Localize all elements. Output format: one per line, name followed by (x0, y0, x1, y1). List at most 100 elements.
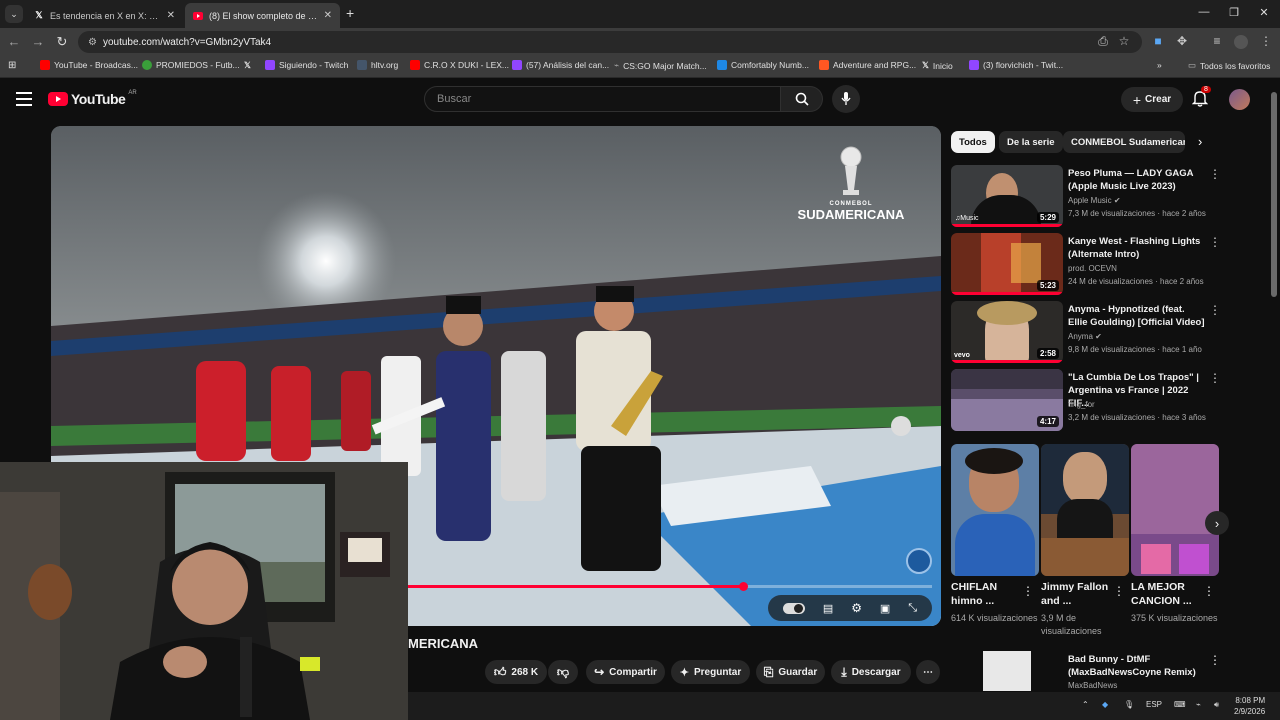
video-thumbnail[interactable]: ♫Music 5:29 (951, 165, 1063, 227)
subtitles-icon[interactable]: ▤ (823, 602, 833, 615)
bookmark-item[interactable]: PROMIEDOS - Futb... (142, 60, 240, 70)
more-options-icon[interactable]: ⋮ (1203, 584, 1215, 598)
forward-icon[interactable]: → (30, 34, 46, 49)
back-icon[interactable]: ← (6, 34, 22, 49)
bookmark-item[interactable]: (3) florvichich - Twit... (969, 60, 1063, 70)
account-avatar[interactable] (1229, 89, 1250, 110)
chip-conmebol[interactable]: CONMEBOL Sudamericana (1063, 131, 1185, 153)
extension-icon[interactable]: ■ (1150, 34, 1166, 48)
channel-name[interactable]: MaxBadNews (1068, 681, 1117, 690)
create-button[interactable]: + Crear (1121, 87, 1183, 112)
progress-scrubber[interactable] (739, 582, 748, 591)
miniplayer-icon[interactable]: ▣ (880, 602, 890, 615)
media-control-icon[interactable]: ≡ (1209, 34, 1225, 48)
youtube-logo[interactable]: YouTube AR (48, 90, 137, 107)
language-indicator[interactable]: ESP (1146, 700, 1162, 709)
bookmark-item[interactable]: ⌁ CS:GO Major Match... (614, 60, 707, 71)
search-button[interactable] (781, 86, 823, 112)
more-options-icon[interactable]: ⋮ (1209, 653, 1221, 667)
more-options-icon[interactable]: ⋮ (1209, 167, 1221, 181)
recommendation-item[interactable]: 4:17 "La Cumbia De Los Trapos" | Argenti… (951, 369, 1221, 431)
video-title[interactable]: Peso Pluma — LADY GAGA (Apple Music Live… (1068, 167, 1206, 193)
more-options-icon[interactable]: ⋮ (1209, 303, 1221, 317)
bookmark-item[interactable]: YouTube - Broadcas... (40, 60, 138, 70)
tray-app-icon[interactable]: ◆ (1102, 700, 1108, 709)
network-icon[interactable]: ⌨ (1174, 700, 1186, 709)
video-thumbnail[interactable]: 5:23 (951, 233, 1063, 295)
save-button[interactable]: ⎘ Guardar (756, 660, 825, 684)
chips-next-icon[interactable]: › (1198, 134, 1202, 149)
microphone-icon[interactable]: 🎙︎ (1124, 700, 1134, 709)
short-title[interactable]: Jimmy Fallon and ... (1041, 580, 1121, 608)
download-button[interactable]: ⤓ Descargar (831, 660, 911, 684)
wifi-icon[interactable]: ⌁ (1196, 700, 1201, 709)
dislike-button[interactable]: 👎︎ (548, 660, 578, 684)
bookmark-item[interactable]: Siguiendo - Twitch (265, 60, 348, 70)
recommendation-item[interactable]: Bad Bunny - DtMF (MaxBadNewsCoyne Remix)… (951, 651, 1221, 691)
like-button[interactable]: 👍︎ 268 K (485, 660, 547, 684)
install-app-icon[interactable]: ⎙ (1095, 34, 1111, 49)
short-title[interactable]: LA MEJOR CANCION ... (1131, 580, 1211, 608)
page-scrollbar[interactable] (1271, 92, 1277, 297)
more-options-icon[interactable]: ⋮ (1113, 584, 1125, 598)
new-tab-button[interactable]: + (346, 5, 354, 21)
video-title[interactable]: Kanye West - Flashing Lights (Alternate … (1068, 235, 1206, 261)
recommendation-item[interactable]: ♫Music 5:29 Peso Pluma — LADY GAGA (Appl… (951, 165, 1221, 227)
short-thumbnail[interactable] (1041, 444, 1129, 576)
recommendation-item[interactable]: vevo 2:58 Anyma - Hypnotized (feat. Elli… (951, 301, 1221, 363)
channel-watermark-icon[interactable] (906, 548, 932, 574)
video-thumbnail[interactable]: vevo 2:58 (951, 301, 1063, 363)
clock[interactable]: 8:08 PM 2/9/2026 (1234, 695, 1265, 717)
shorts-next-button[interactable]: › (1205, 511, 1229, 535)
bookmark-item[interactable]: 𝕏 (244, 60, 251, 71)
more-options-icon[interactable]: ⋮ (1209, 371, 1221, 385)
close-tab-icon[interactable]: ✕ (167, 10, 175, 21)
autoplay-toggle[interactable] (782, 602, 805, 614)
channel-name[interactable]: prod. OCEVN (1068, 264, 1117, 273)
minimize-icon[interactable]: — (1194, 6, 1214, 18)
tab-youtube-video[interactable]: (8) El show completo de LOS PALMERAS ✕ (185, 3, 340, 28)
chip-all[interactable]: Todos (951, 131, 995, 153)
voice-search-button[interactable] (832, 85, 860, 113)
restore-icon[interactable]: ❐ (1224, 6, 1244, 19)
video-thumbnail[interactable] (983, 651, 1031, 691)
site-info-icon[interactable]: ⚙ (88, 37, 97, 48)
menu-icon[interactable]: ⋮ (1258, 34, 1274, 48)
video-title[interactable]: Bad Bunny - DtMF (MaxBadNewsCoyne Remix) (1068, 653, 1208, 679)
window-close-icon[interactable]: ✕ (1254, 6, 1274, 19)
recommendation-item[interactable]: 5:23 Kanye West - Flashing Lights (Alter… (951, 233, 1221, 295)
bookmark-item[interactable]: 𝕏 Inicio (922, 60, 953, 71)
tab-x-trending[interactable]: 𝕏 Es tendencia en X en X: ""Harry ✕ (26, 3, 183, 28)
notifications-button[interactable]: 8 (1191, 86, 1211, 112)
short-thumbnail[interactable] (1131, 444, 1219, 576)
apps-icon[interactable]: ⊞ (8, 60, 16, 71)
bookmark-item[interactable]: C.R.O X DUKI - LEX... (410, 60, 509, 70)
reload-icon[interactable]: ↻ (54, 34, 70, 50)
bookmark-item[interactable]: (57) Análisis del can... (512, 60, 609, 70)
chip-series[interactable]: De la serie (999, 131, 1063, 153)
fullscreen-icon[interactable]: ⤡ (908, 602, 917, 615)
share-button[interactable]: ↪ Compartir (586, 660, 665, 684)
bookmark-item[interactable]: Adventure and RPG... (819, 60, 916, 70)
short-title[interactable]: CHIFLAN himno ... (951, 580, 1031, 608)
more-options-icon[interactable]: ⋮ (1022, 584, 1034, 598)
settings-icon[interactable]: ⚙ (851, 601, 862, 615)
close-tab-icon[interactable]: ✕ (324, 10, 332, 21)
chevron-up-icon[interactable]: ⌃ (1082, 700, 1089, 709)
puzzle-icon[interactable]: ✥ (1174, 34, 1190, 48)
bookmark-item[interactable]: hltv.org (357, 60, 398, 70)
bookmark-star-icon[interactable]: ☆ (1116, 34, 1132, 48)
ask-button[interactable]: ✦ Preguntar (671, 660, 750, 684)
hamburger-menu-icon[interactable] (16, 92, 32, 106)
video-title[interactable]: Anyma - Hypnotized (feat. Ellie Goulding… (1068, 303, 1206, 329)
short-thumbnail[interactable] (951, 444, 1039, 576)
more-bookmarks-icon[interactable]: » (1157, 60, 1162, 70)
video-thumbnail[interactable]: 4:17 (951, 369, 1063, 431)
more-options-icon[interactable]: ⋮ (1209, 235, 1221, 249)
channel-name[interactable]: ting_for (1068, 400, 1095, 409)
tab-search-button[interactable]: ⌄ (5, 5, 23, 23)
bookmark-item[interactable]: Comfortably Numb... (717, 60, 809, 70)
volume-icon[interactable]: 🔊︎ (1214, 700, 1219, 710)
channel-name[interactable]: Apple Music ✔ (1068, 196, 1121, 205)
more-actions-button[interactable]: ⋯ (916, 660, 940, 684)
